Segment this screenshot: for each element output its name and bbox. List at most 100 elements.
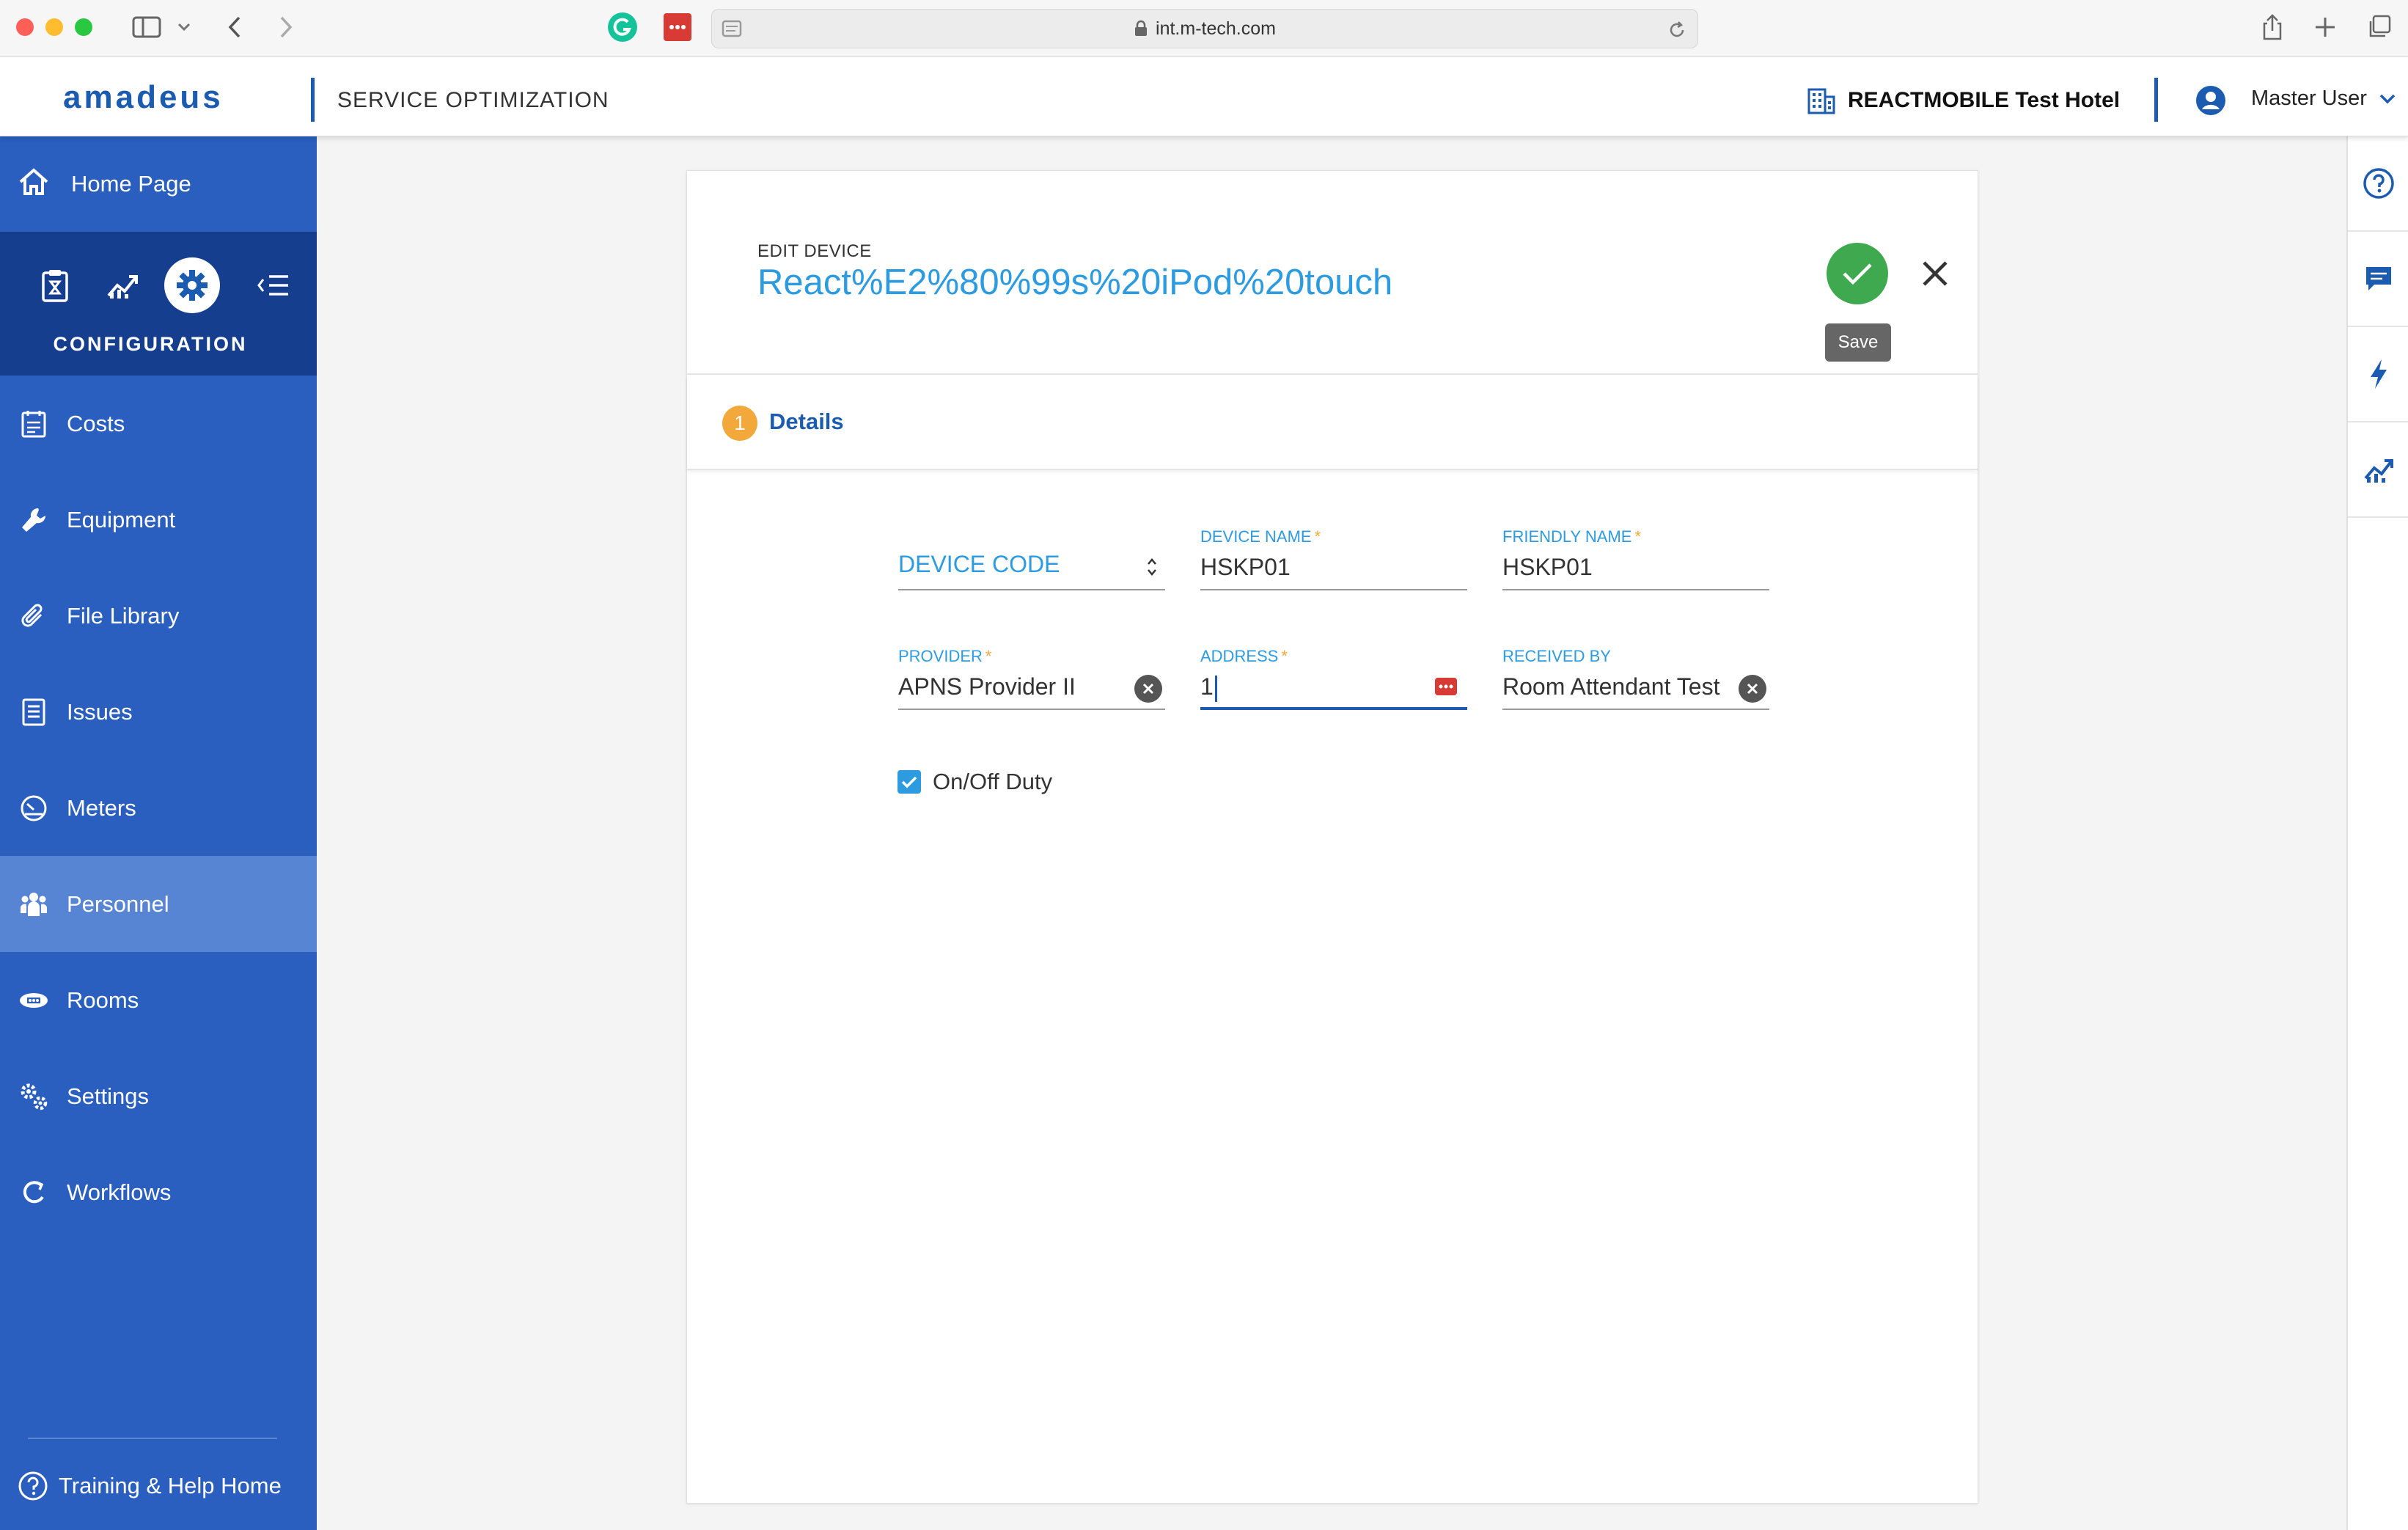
field-underline-focused: [1200, 707, 1467, 710]
sort-arrows-icon[interactable]: [1146, 557, 1158, 577]
field-underline: [1502, 589, 1769, 590]
on-off-duty-toggle[interactable]: On/Off Duty: [898, 769, 1052, 795]
issues-icon: [18, 696, 50, 728]
sidebar-item-rooms[interactable]: Rooms: [0, 952, 317, 1048]
sidebar-item-workflows[interactable]: Workflows: [0, 1144, 317, 1240]
training-help-link[interactable]: Training & Help Home: [0, 1464, 317, 1508]
sidebar-item-label: Issues: [67, 698, 133, 725]
provider-field[interactable]: PROVIDER * APNS Provider II: [898, 647, 1165, 713]
on-off-duty-checkbox[interactable]: [898, 770, 921, 794]
help-icon: [2363, 168, 2394, 199]
sidebar-item-equipment[interactable]: Equipment: [0, 472, 317, 568]
analytics-icon[interactable]: [97, 260, 148, 311]
device-code-field[interactable]: DEVICE CODE: [898, 527, 1165, 593]
field-underline: [1200, 589, 1467, 590]
address-value: 1: [1200, 673, 1217, 702]
device-title: React%E2%80%99s%20iPod%20touch: [757, 263, 1393, 302]
step-bar: 1 Details: [687, 376, 1978, 470]
collapse-menu-icon[interactable]: [248, 260, 299, 311]
sidebar-item-home[interactable]: Home Page: [0, 136, 317, 232]
tab-details[interactable]: Details: [769, 409, 844, 435]
save-button[interactable]: [1827, 243, 1888, 304]
checklist-timer-icon[interactable]: [29, 260, 81, 311]
amadeus-logo[interactable]: amadeus: [63, 79, 224, 116]
chevron-down-icon: [2379, 95, 2396, 104]
device-code-placeholder: DEVICE CODE: [898, 551, 1060, 577]
gears-icon: [18, 1080, 50, 1113]
sidebar-item-meters[interactable]: Meters: [0, 760, 317, 856]
field-label: PROVIDER *: [898, 647, 992, 665]
rooms-icon: [18, 984, 50, 1017]
sidebar-item-personnel[interactable]: Personnel: [0, 856, 317, 952]
reload-icon[interactable]: [1667, 20, 1687, 40]
page-icon: [722, 20, 742, 37]
hotel-building-icon: [1807, 88, 1835, 114]
received-by-value: Room Attendant Test: [1502, 673, 1720, 700]
home-icon: [19, 168, 48, 195]
sidebar-item-file-library[interactable]: File Library: [0, 568, 317, 664]
sidebar-item-label: Rooms: [67, 987, 139, 1013]
analytics-rail-button[interactable]: [2348, 422, 2408, 518]
gear-icon[interactable]: [164, 257, 220, 313]
tab-overview-icon[interactable]: [2361, 10, 2398, 44]
on-off-duty-label: On/Off Duty: [933, 769, 1053, 794]
close-icon: [1923, 261, 1948, 286]
help-label: Training & Help Home: [59, 1473, 282, 1498]
checkmark-icon: [901, 776, 917, 788]
paperclip-icon: [18, 600, 50, 632]
user-name: Master User: [2251, 87, 2367, 110]
field-underline: [898, 709, 1165, 710]
password-manager-icon[interactable]: [1435, 678, 1457, 695]
edit-device-label: EDIT DEVICE: [757, 241, 872, 261]
header-divider: [311, 78, 315, 122]
provider-value: APNS Provider II: [898, 673, 1076, 700]
help-rail-button[interactable]: [2348, 136, 2408, 232]
chat-rail-button[interactable]: [2348, 232, 2408, 327]
clear-provider-button[interactable]: [1134, 675, 1162, 703]
close-window-button[interactable]: [16, 18, 34, 36]
sidebar-item-costs[interactable]: Costs: [0, 376, 317, 472]
chevron-down-icon[interactable]: [173, 10, 195, 44]
hotel-name[interactable]: REACTMOBILE Test Hotel: [1848, 88, 2120, 113]
back-icon[interactable]: [220, 10, 249, 44]
close-icon: [1747, 683, 1758, 695]
address-bar[interactable]: int.m-tech.com: [711, 9, 1698, 48]
analytics-icon: [2364, 459, 2393, 483]
save-tooltip: Save: [1825, 323, 1891, 362]
share-icon[interactable]: [2254, 10, 2291, 44]
friendly-name-value: HSKP01: [1502, 554, 1593, 580]
maximize-window-button[interactable]: [75, 18, 92, 36]
sidebar: Home Page CONFIGURATION Costs Equipment …: [0, 136, 317, 1530]
sidebar-item-issues[interactable]: Issues: [0, 664, 317, 760]
people-icon: [18, 888, 50, 920]
sidebar-item-label: Workflows: [67, 1179, 172, 1205]
field-label: RECEIVED BY: [1502, 647, 1611, 665]
grammarly-icon[interactable]: [606, 10, 639, 44]
workflow-icon: [18, 1176, 50, 1209]
quick-actions-rail-button[interactable]: [2348, 327, 2408, 422]
gauge-icon: [18, 792, 50, 824]
divider: [28, 1438, 277, 1439]
sidebar-item-label: Costs: [67, 410, 125, 436]
sidebar-item-label: Meters: [67, 794, 136, 821]
forward-icon[interactable]: [271, 10, 301, 44]
user-menu[interactable]: Master User: [2251, 87, 2396, 111]
user-avatar-icon[interactable]: [2195, 85, 2226, 116]
sidebar-item-settings[interactable]: Settings: [0, 1048, 317, 1144]
wrench-icon: [18, 504, 50, 536]
address-field[interactable]: ADDRESS * 1: [1200, 647, 1467, 713]
card-header: EDIT DEVICE React%E2%80%99s%20iPod%20tou…: [687, 171, 1978, 375]
device-name-value: HSKP01: [1200, 554, 1291, 580]
new-tab-icon[interactable]: [2307, 10, 2343, 44]
clear-received-by-button[interactable]: [1739, 675, 1766, 703]
password-manager-icon[interactable]: [661, 10, 694, 44]
sidebar-toggle-icon[interactable]: [126, 10, 167, 44]
sidebar-item-label: Home Page: [71, 171, 191, 197]
close-button[interactable]: [1912, 250, 1959, 297]
device-name-field[interactable]: DEVICE NAME * HSKP01: [1200, 527, 1467, 593]
sidebar-item-label: File Library: [67, 602, 180, 629]
minimize-window-button[interactable]: [45, 18, 63, 36]
help-icon: [18, 1471, 48, 1501]
received-by-field[interactable]: RECEIVED BY Room Attendant Test: [1502, 647, 1769, 713]
friendly-name-field[interactable]: FRIENDLY NAME * HSKP01: [1502, 527, 1769, 593]
